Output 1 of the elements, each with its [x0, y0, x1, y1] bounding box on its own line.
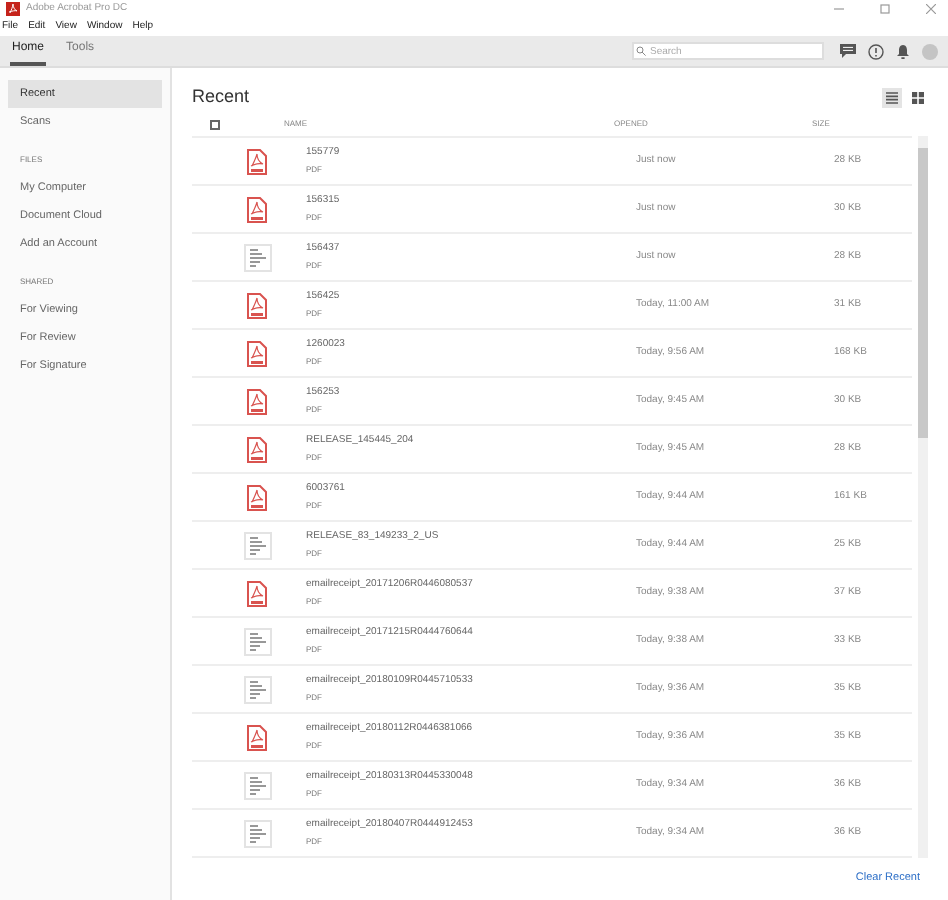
section-title: Recent	[192, 84, 250, 111]
